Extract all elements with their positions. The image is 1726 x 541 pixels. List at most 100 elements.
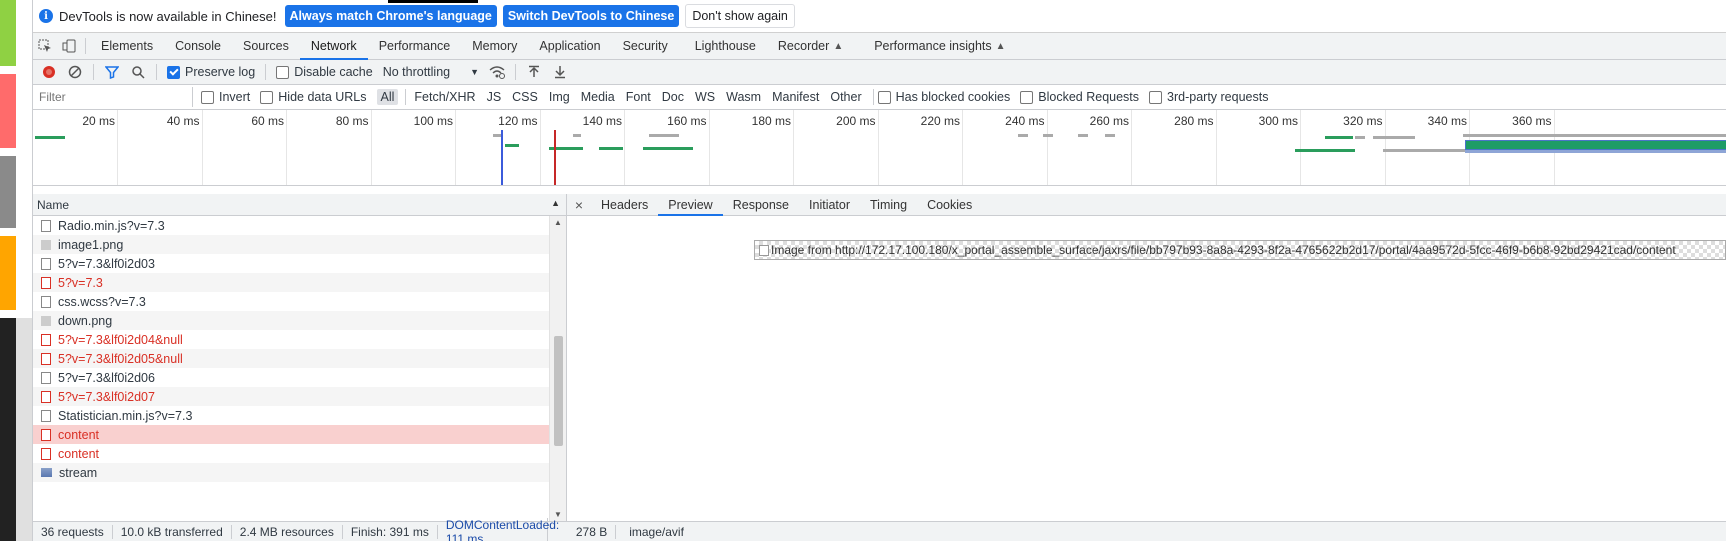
device-toolbar-icon[interactable]: [57, 33, 81, 59]
preserve-log-checkbox[interactable]: Preserve log: [167, 65, 255, 79]
tab-initiator[interactable]: Initiator: [799, 194, 860, 215]
search-icon[interactable]: [130, 64, 146, 80]
request-row[interactable]: 5?v=7.3: [33, 273, 549, 292]
document-icon: [41, 276, 51, 289]
checkbox-unchecked[interactable]: [276, 65, 290, 79]
timeline-gridline: [117, 110, 118, 185]
timeline-tick-label: 160 ms: [667, 114, 707, 128]
toolbar-separator: [156, 64, 157, 80]
throttling-select[interactable]: No throttling ▼: [383, 65, 479, 79]
tab-application[interactable]: Application: [528, 33, 611, 59]
tab-elements[interactable]: Elements: [90, 33, 164, 59]
tab-preview[interactable]: Preview: [658, 194, 724, 216]
has-blocked-cookies-checkbox[interactable]: Has blocked cookies: [877, 90, 1010, 104]
filter-input[interactable]: [33, 87, 193, 107]
timeline-gridline: [793, 110, 794, 185]
request-row[interactable]: 5?v=7.3&lf0i2d06: [33, 368, 549, 387]
clear-icon[interactable]: [67, 64, 83, 80]
type-filter-js[interactable]: JS: [483, 89, 506, 105]
checkbox-unchecked[interactable]: [877, 90, 891, 104]
export-har-icon[interactable]: [552, 64, 568, 80]
tab-memory[interactable]: Memory: [461, 33, 528, 59]
invert-checkbox[interactable]: Invert: [201, 90, 250, 104]
toolbar-separator: [515, 64, 517, 80]
timeline-gridline: [708, 110, 710, 185]
filter-icon[interactable]: [104, 64, 120, 80]
third-party-requests-checkbox[interactable]: 3rd-party requests: [1149, 90, 1268, 104]
inspect-element-icon[interactable]: [33, 33, 57, 59]
strip-light: [16, 318, 32, 541]
record-icon[interactable]: [41, 64, 57, 80]
tab-label: Elements: [101, 39, 154, 53]
switch-to-chinese-button[interactable]: Switch DevTools to Chinese: [502, 5, 680, 27]
type-filter-all[interactable]: All: [376, 89, 399, 105]
experimental-flask-icon: ▲: [995, 40, 1006, 52]
tab-security[interactable]: Security: [612, 33, 679, 59]
checkbox-label: 3rd-party requests: [1167, 90, 1269, 104]
type-filter-font[interactable]: Font: [622, 89, 655, 105]
checkbox-unchecked[interactable]: [260, 90, 274, 104]
timeline-tick-label: 140 ms: [582, 114, 622, 128]
tab-recorder[interactable]: Recorder ▲: [767, 33, 854, 59]
import-har-icon[interactable]: [526, 64, 542, 80]
network-conditions-icon[interactable]: [489, 64, 506, 80]
close-icon[interactable]: ×: [567, 194, 591, 215]
request-row[interactable]: 5?v=7.3&lf0i2d03: [33, 254, 549, 273]
type-filter-media[interactable]: Media: [577, 89, 619, 105]
requests-scrollbar[interactable]: ▲ ▼: [549, 216, 566, 521]
dont-show-again-button[interactable]: Don't show again: [685, 4, 795, 28]
tab-performance-insights[interactable]: Performance insights ▲: [854, 33, 1016, 59]
type-filter-css[interactable]: CSS: [508, 89, 542, 105]
type-filter-wasm[interactable]: Wasm: [722, 89, 765, 105]
type-filter-doc[interactable]: Doc: [658, 89, 688, 105]
checkbox-unchecked[interactable]: [1149, 90, 1163, 104]
tab-timing[interactable]: Timing: [860, 194, 917, 215]
always-match-language-button[interactable]: Always match Chrome's language: [284, 5, 497, 27]
scrollbar-thumb[interactable]: [554, 336, 563, 446]
request-row[interactable]: 5?v=7.3&lf0i2d07: [33, 387, 549, 406]
checkbox-label: Blocked Requests: [1038, 90, 1140, 104]
tab-console[interactable]: Console: [164, 33, 232, 59]
disable-cache-checkbox[interactable]: Disable cache: [276, 65, 373, 79]
tab-lighthouse[interactable]: Lighthouse: [679, 33, 767, 59]
document-icon: [41, 371, 51, 384]
timeline-tick-label: 40 ms: [166, 114, 200, 128]
tab-headers[interactable]: Headers: [591, 194, 658, 215]
request-row[interactable]: Radio.min.js?v=7.3: [33, 216, 549, 235]
tab-performance[interactable]: Performance: [368, 33, 462, 59]
network-main-split: Name ▲ Radio.min.js?v=7.3 image1.png 5?v=7…: [33, 194, 1726, 521]
type-filter-other[interactable]: Other: [826, 89, 865, 105]
request-row[interactable]: content: [33, 425, 549, 444]
scroll-up-icon[interactable]: ▲: [554, 218, 562, 227]
request-count: 36 requests: [33, 524, 113, 539]
type-filter-img[interactable]: Img: [545, 89, 574, 105]
request-row[interactable]: down.png: [33, 311, 549, 330]
preview-alt-text: Image from http://172.17.100.180/x_porta…: [771, 243, 1676, 257]
request-row[interactable]: css.wcss?v=7.3: [33, 292, 549, 311]
network-overview-timeline[interactable]: 20 ms 40 ms 60 ms 80 ms 100 ms 120 ms 140 ms 16…: [33, 110, 1726, 186]
request-row[interactable]: stream: [33, 463, 549, 482]
request-row[interactable]: 5?v=7.3&lf0i2d05&null: [33, 349, 549, 368]
tab-cookies[interactable]: Cookies: [917, 194, 982, 215]
request-row[interactable]: image1.png: [33, 235, 549, 254]
request-name: content: [58, 446, 100, 461]
filter-separator: [872, 89, 874, 105]
hide-data-urls-checkbox[interactable]: Hide data URLs: [260, 90, 367, 104]
tab-label: Lighthouse: [694, 39, 756, 53]
strip-orange: [0, 236, 16, 310]
type-filter-ws[interactable]: WS: [691, 89, 719, 105]
name-column-header[interactable]: Name ▲: [33, 194, 566, 216]
tab-response[interactable]: Response: [723, 194, 799, 215]
timeline-gridline: [201, 110, 203, 185]
blocked-requests-checkbox[interactable]: Blocked Requests: [1020, 90, 1139, 104]
type-filter-fetch-xhr[interactable]: Fetch/XHR: [410, 89, 479, 105]
checkbox-unchecked[interactable]: [201, 90, 214, 104]
tab-sources[interactable]: Sources: [232, 33, 300, 59]
request-row[interactable]: Statistician.min.js?v=7.3: [33, 406, 549, 425]
checkbox-checked[interactable]: [167, 65, 180, 79]
tab-network[interactable]: Network: [299, 33, 368, 60]
request-row[interactable]: 5?v=7.3&lf0i2d04&null: [33, 330, 549, 349]
type-filter-manifest[interactable]: Manifest: [768, 89, 823, 105]
checkbox-unchecked[interactable]: [1020, 90, 1034, 104]
request-row[interactable]: content: [33, 444, 549, 463]
